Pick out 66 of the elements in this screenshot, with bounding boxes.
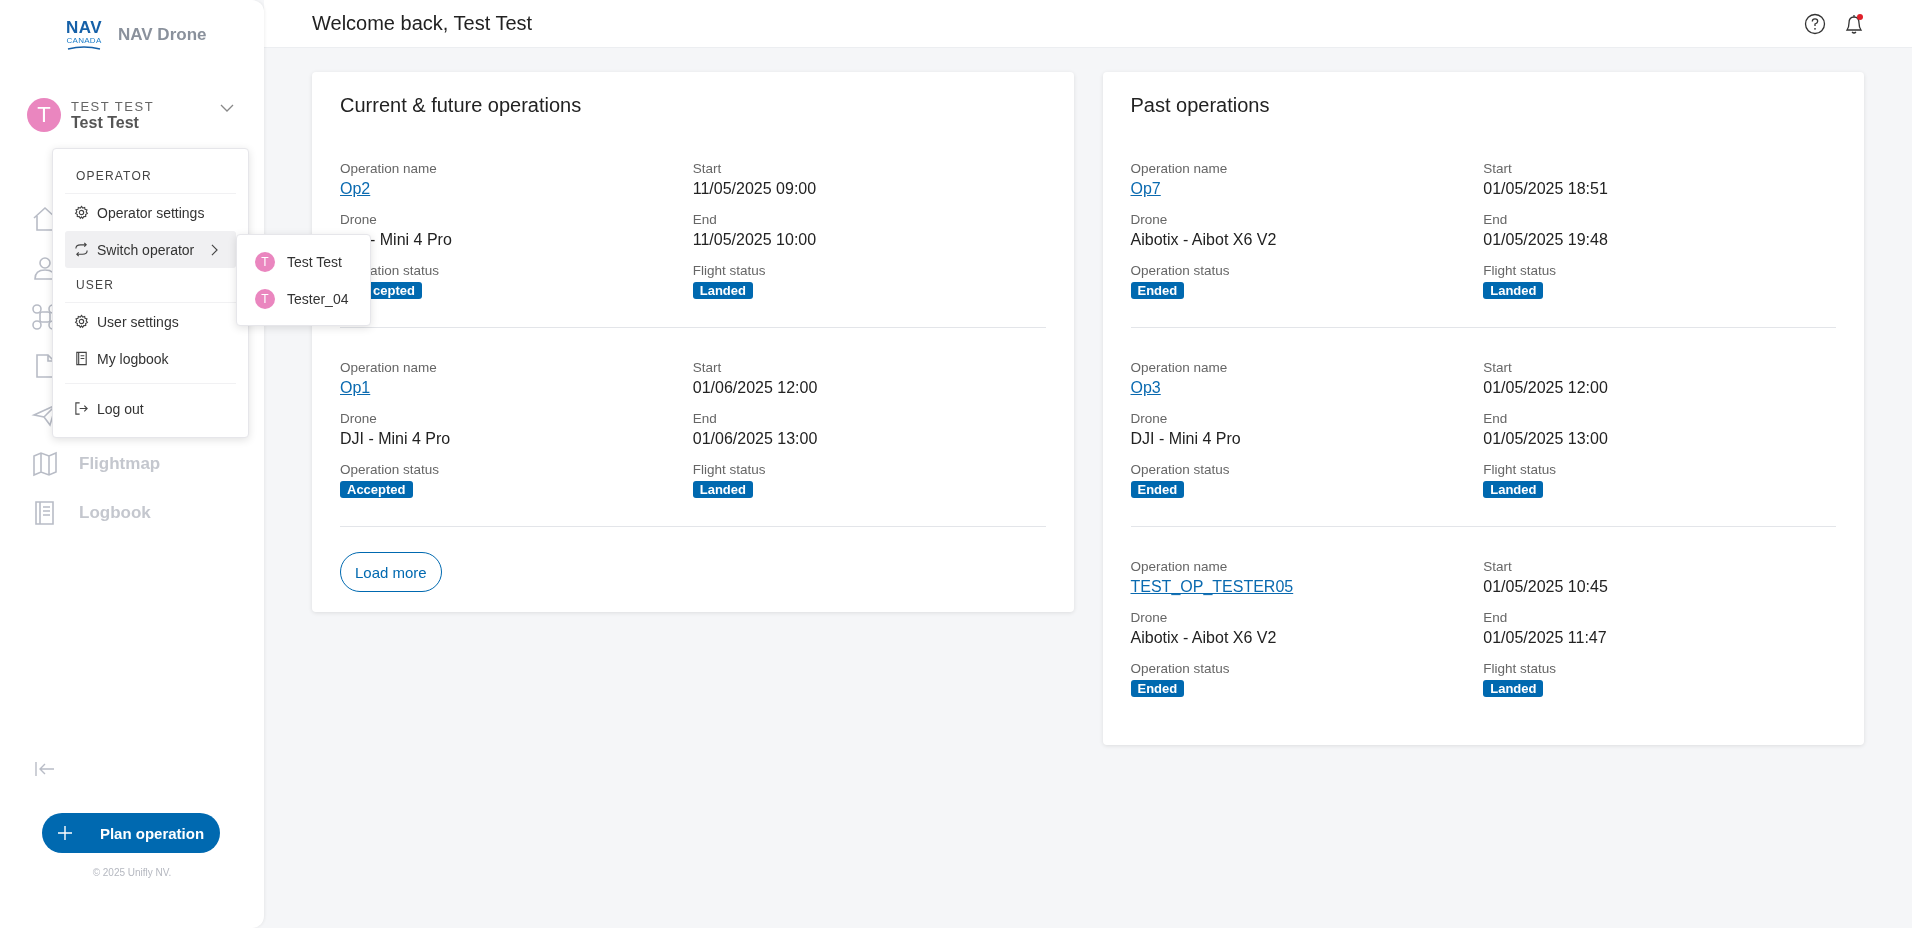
field-label: Flight status <box>1483 462 1557 477</box>
status-badge: Landed <box>1483 481 1544 498</box>
field-label: Operation name <box>340 360 437 375</box>
user-name: Test Test <box>71 113 140 132</box>
user-avatar: T <box>27 98 61 132</box>
card-title: Past operations <box>1130 94 1271 117</box>
field-label: Operation status <box>1130 661 1230 676</box>
field-value: DJI - Mini 4 Pro <box>1130 430 1241 448</box>
status-badge: Landed <box>1483 282 1544 299</box>
status-badge: Landed <box>692 481 753 498</box>
field-label: Operation status <box>1130 263 1230 278</box>
field-value: 01/06/2025 13:00 <box>692 430 818 448</box>
status-badge: Landed <box>692 282 753 299</box>
field-label: Flight status <box>692 462 766 477</box>
field-label: Drone <box>1130 610 1168 625</box>
field-label: Operation name <box>340 161 437 176</box>
field-label: Drone <box>1130 411 1168 426</box>
field-label: Start <box>1483 161 1512 176</box>
field-label: Start <box>692 161 722 176</box>
field-label: End <box>1483 212 1508 227</box>
field-label: Flight status <box>1483 661 1557 676</box>
field-label: Start <box>692 360 722 375</box>
field-value: 01/06/2025 12:00 <box>692 379 818 397</box>
status-badge: cepted <box>370 282 422 299</box>
field-value: DJI - Mini 4 Pro <box>340 430 451 448</box>
logo-subtitle: CANADA <box>66 36 102 45</box>
app-name: NAV Drone <box>118 25 207 45</box>
field-label: End <box>1483 411 1508 426</box>
field-label: End <box>692 411 717 426</box>
field-label: Operation name <box>1130 559 1228 574</box>
field-value: Aibotix - Aibot X6 V2 <box>1130 231 1277 249</box>
field-value: 01/05/2025 10:45 <box>1483 578 1608 596</box>
card-title: Current & future operations <box>340 94 583 117</box>
field-label: ation status <box>370 263 440 278</box>
field-value: - Mini 4 Pro <box>370 231 452 249</box>
field-value: 11/05/2025 09:00 <box>692 180 817 198</box>
field-label: Start <box>1483 360 1512 375</box>
field-value: 01/05/2025 18:51 <box>1483 180 1608 198</box>
menu-section-heading: OPERATOR <box>65 159 236 194</box>
field-label: Operation status <box>1130 462 1230 477</box>
field-label: Drone <box>1130 212 1168 227</box>
field-label: Drone <box>340 212 377 227</box>
field-value: 01/05/2025 19:48 <box>1483 231 1608 249</box>
field-label: Flight status <box>1483 263 1557 278</box>
field-label: Operation name <box>1130 360 1228 375</box>
welcome-title: Welcome back, Test Test <box>312 12 533 35</box>
status-badge: Ended <box>1130 680 1185 697</box>
field-label: Start <box>1483 559 1512 574</box>
field-label: Drone <box>340 411 377 426</box>
field-value: 11/05/2025 10:00 <box>692 231 817 249</box>
status-badge: Accepted <box>340 481 413 498</box>
status-badge: Ended <box>1130 481 1185 498</box>
field-value: 01/05/2025 13:00 <box>1483 430 1608 448</box>
copyright-text: © 2025 Unifly NV. <box>92 867 172 878</box>
field-label: End <box>1483 610 1508 625</box>
organization-name: TEST TEST <box>71 98 156 114</box>
field-value: Aibotix - Aibot X6 V2 <box>1130 629 1277 647</box>
field-value: 01/05/2025 11:47 <box>1483 629 1607 647</box>
logo-wordmark: NAV <box>65 20 103 36</box>
status-badge: Landed <box>1483 680 1544 697</box>
status-badge: Ended <box>1130 282 1185 299</box>
field-label: Operation status <box>340 462 440 477</box>
field-label: Operation name <box>1130 161 1228 176</box>
field-label: Flight status <box>692 263 766 278</box>
field-value: 01/05/2025 12:00 <box>1483 379 1608 397</box>
field-label: End <box>692 212 717 227</box>
